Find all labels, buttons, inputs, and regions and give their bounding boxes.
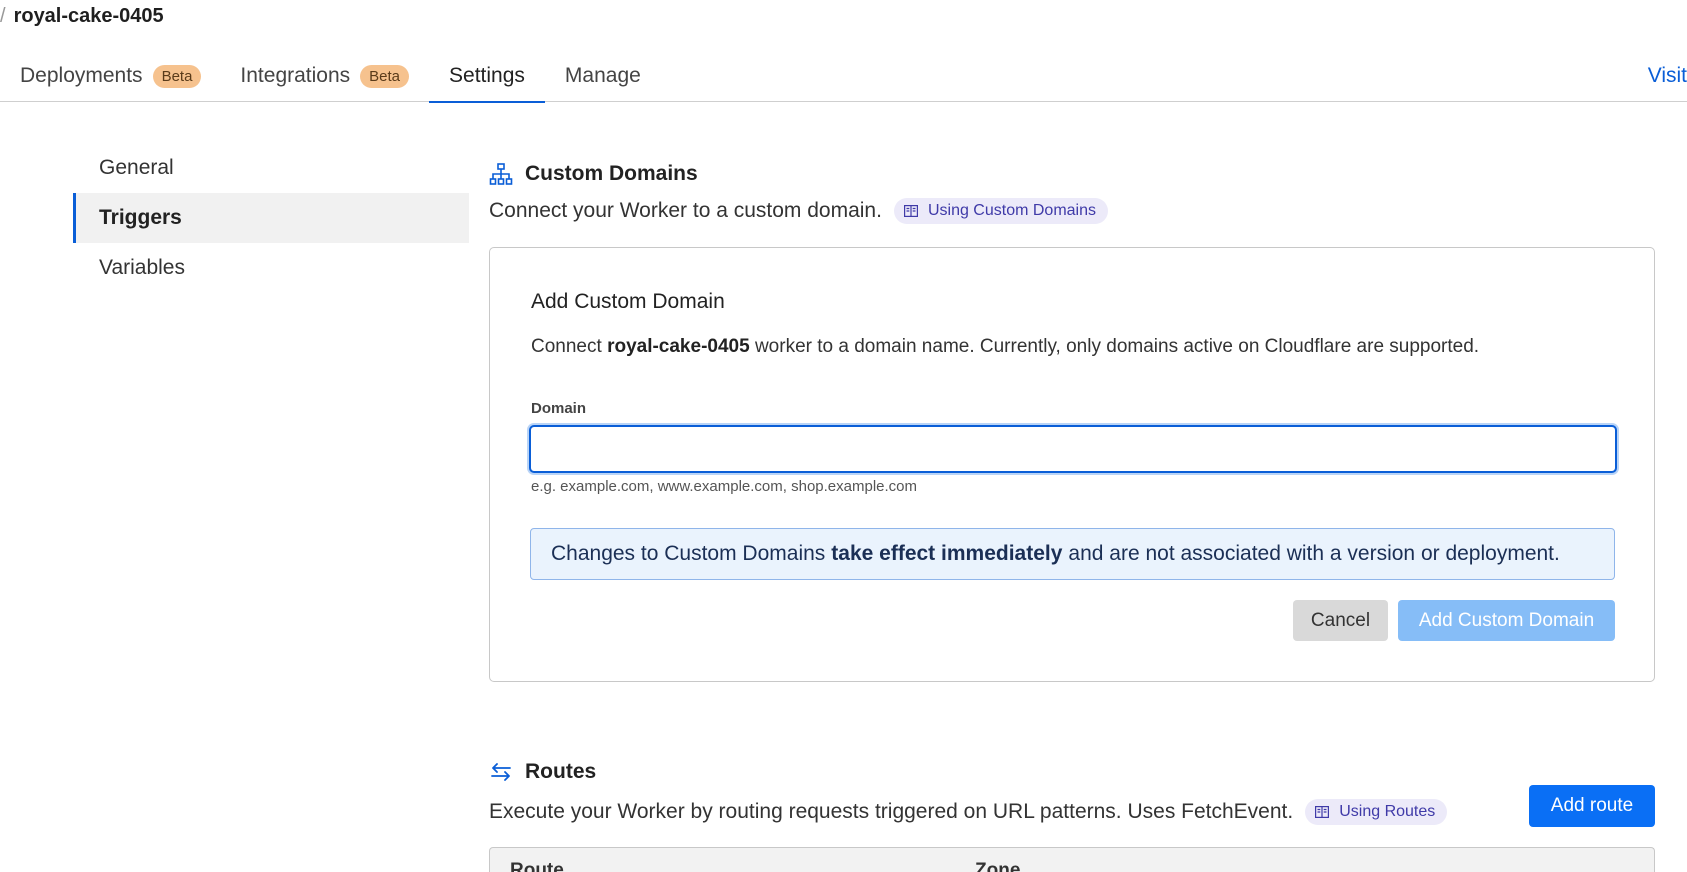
breadcrumb-separator: / — [0, 4, 6, 27]
tab-label: Integrations — [240, 64, 351, 87]
tab-manage[interactable]: Manage — [545, 50, 661, 102]
book-icon — [1315, 806, 1330, 818]
tab-settings[interactable]: Settings — [429, 50, 545, 103]
sidebar-item-general[interactable]: General — [73, 143, 469, 193]
tab-integrations[interactable]: Integrations Beta — [220, 50, 429, 102]
lead-suffix: worker to a domain name. Currently, only… — [754, 336, 1480, 357]
visit-link[interactable]: Visit — [1648, 50, 1687, 102]
lead-prefix: Connect — [531, 336, 602, 357]
section-title: Routes — [525, 760, 597, 783]
custom-domains-heading: Custom Domains — [489, 162, 698, 186]
using-custom-domains-link[interactable]: Using Custom Domains — [893, 198, 1109, 224]
sitemap-icon — [489, 162, 513, 186]
lead-worker-name: royal-cake-0405 — [607, 336, 750, 357]
card-heading: Add Custom Domain — [531, 290, 725, 313]
column-header-route: Route — [510, 860, 564, 872]
notice-bold: take effect immediately — [831, 542, 1063, 565]
custom-domains-description: Connect your Worker to a custom domain. … — [489, 198, 1109, 224]
routes-heading: Routes — [489, 760, 596, 784]
tab-bar: Deployments Beta Integrations Beta Setti… — [0, 50, 1687, 103]
breadcrumb: / royal-cake-0405 — [0, 2, 164, 30]
routes-description: Execute your Worker by routing requests … — [489, 799, 1448, 825]
domain-hint: e.g. example.com, www.example.com, shop.… — [531, 478, 917, 495]
description-text: Execute your Worker by routing requests … — [489, 800, 1294, 823]
description-text: Connect your Worker to a custom domain. — [489, 199, 882, 222]
notice-prefix: Changes to Custom Domains — [551, 542, 826, 565]
tab-label: Manage — [564, 64, 641, 87]
tab-label: Deployments — [20, 64, 143, 87]
column-header-zone: Zone — [975, 860, 1021, 872]
domain-input[interactable] — [529, 425, 1617, 473]
section-title: Custom Domains — [525, 162, 698, 185]
add-route-button[interactable]: Add route — [1529, 785, 1655, 827]
add-custom-domain-card: Add Custom Domain Connect royal-cake-040… — [489, 247, 1655, 682]
using-routes-link[interactable]: Using Routes — [1305, 799, 1448, 825]
add-custom-domain-button[interactable]: Add Custom Domain — [1398, 600, 1615, 641]
settings-sidebar: General Triggers Variables — [73, 143, 469, 293]
tab-label: Settings — [449, 64, 525, 87]
beta-badge: Beta — [152, 64, 202, 88]
book-icon — [903, 205, 918, 217]
worker-name[interactable]: royal-cake-0405 — [14, 5, 164, 28]
card-lead: Connect royal-cake-0405 worker to a doma… — [531, 336, 1479, 358]
pill-label: Using Routes — [1339, 803, 1436, 820]
arrows-exchange-icon — [489, 760, 513, 784]
cancel-button[interactable]: Cancel — [1293, 600, 1388, 641]
info-notice: Changes to Custom Domains take effect im… — [530, 528, 1615, 580]
domain-label: Domain — [531, 400, 587, 417]
notice-suffix: and are not associated with a version or… — [1068, 542, 1560, 565]
sidebar-item-variables[interactable]: Variables — [73, 243, 469, 293]
pill-label: Using Custom Domains — [927, 202, 1097, 219]
sidebar-item-triggers[interactable]: Triggers — [73, 193, 469, 243]
beta-badge: Beta — [360, 64, 410, 88]
tab-deployments[interactable]: Deployments Beta — [0, 50, 221, 102]
routes-table-header: Route Zone — [489, 847, 1655, 872]
